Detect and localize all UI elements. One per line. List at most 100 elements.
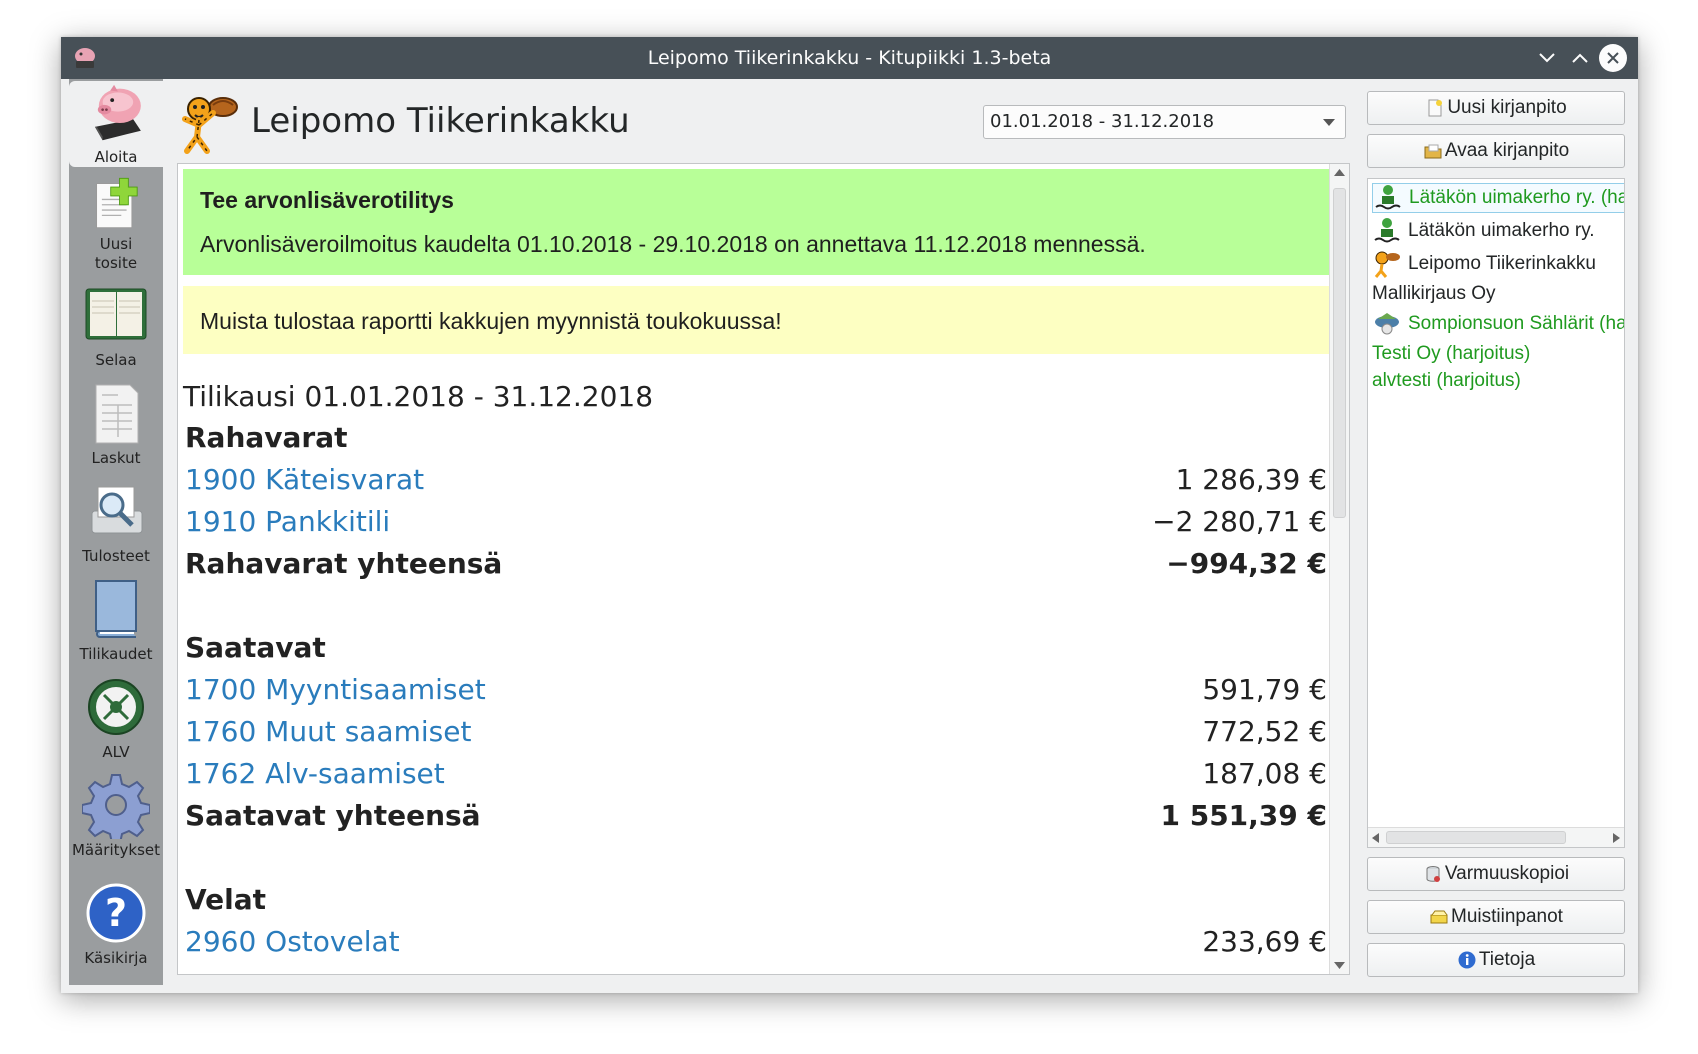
list-item-label: Testi Oy (harjoitus): [1372, 343, 1531, 364]
account-balance: −2 280,71 €: [1152, 504, 1327, 538]
button-label: Tietoja: [1478, 949, 1536, 970]
balance-report: Rahavarat 1900 Käteisvarat 1 286,39 € 191…: [185, 416, 1327, 962]
recent-bookkeepings-list[interactable]: Lätäkön uimakerho ry. (harjoitus) Lätäkö…: [1367, 178, 1625, 848]
account-link[interactable]: 1760 Muut saamiset: [185, 715, 471, 748]
row-name: Rahavarat: [185, 420, 348, 454]
account-link[interactable]: 1700 Myyntisaamiset: [185, 673, 486, 706]
list-item[interactable]: Lätäkön uimakerho ry. (harjoitus): [1372, 183, 1624, 213]
account-row[interactable]: 1762 Alv-saamiset 187,08 €: [185, 752, 1327, 794]
account-row[interactable]: 1900 Käteisvarat 1 286,39 €: [185, 458, 1327, 500]
backup-button[interactable]: Varmuuskopioi: [1367, 857, 1625, 891]
window-title: Leipomo Tiikerinkakku - Kitupiikki 1.3-b…: [647, 47, 1052, 69]
sidebar-item-uusi-tosite[interactable]: Uusi tosite: [69, 173, 163, 273]
list-item-label: Mallikirjaus Oy: [1372, 283, 1496, 304]
sidebar-item-tulosteet[interactable]: Tulosteet: [69, 477, 163, 569]
list-item[interactable]: alvtesti (harjoitus): [1372, 366, 1521, 396]
sidebar-item-label: Tulosteet: [82, 547, 150, 565]
scroll-right-icon[interactable]: [1613, 833, 1620, 843]
vertical-scrollbar[interactable]: [1329, 164, 1349, 974]
row-spacer: [185, 584, 1327, 626]
row-name: Rahavarat yhteensä: [185, 546, 503, 580]
fiscal-period-heading: Tilikausi 01.01.2018 - 31.12.2018: [183, 380, 654, 413]
page-title: Leipomo Tiikerinkakku: [251, 101, 630, 141]
new-bookkeeping-button[interactable]: Uusi kirjanpito: [1367, 91, 1625, 125]
scrollbar-thumb[interactable]: [1333, 188, 1346, 518]
sidebar-item-label: Määritykset: [71, 841, 161, 859]
account-balance: 233,69 €: [1202, 924, 1327, 958]
account-balance: 591,79 €: [1202, 672, 1327, 706]
section-total-row: Rahavarat yhteensä −994,32 €: [185, 542, 1327, 584]
notepad-icon: [1430, 910, 1448, 924]
row-name: Saatavat: [185, 630, 326, 664]
account-row[interactable]: 1910 Pankkitili −2 280,71 €: [185, 500, 1327, 542]
notes-button[interactable]: Muistiinpanot: [1367, 900, 1625, 934]
tax-emblem-icon: [88, 679, 144, 735]
account-row[interactable]: 1700 Myyntisaamiset 591,79 €: [185, 668, 1327, 710]
swimmer-icon: [1375, 185, 1401, 210]
row-spacer: [185, 836, 1327, 878]
bird-icon: [1375, 313, 1399, 335]
sidebar-item-aloita[interactable]: Aloita: [69, 81, 163, 167]
open-bookkeeping-button[interactable]: Avaa kirjanpito: [1367, 134, 1625, 168]
tiger-logo-icon: [182, 97, 238, 154]
report-section-heading: Saatavat: [185, 626, 1327, 668]
vat-notice-text: Arvonlisäveroilmoitus kaudelta 01.10.201…: [200, 231, 1146, 257]
tiger-logo-icon: [1374, 251, 1400, 278]
period-select[interactable]: 01.01.2018 - 31.12.2018: [983, 105, 1346, 139]
sidebar-item-selaa[interactable]: Selaa: [69, 281, 163, 373]
dashboard-view[interactable]: Tee arvonlisäverotilitys Arvonlisäveroil…: [177, 163, 1350, 975]
app-window: Leipomo Tiikerinkakku - Kitupiikki 1.3-b…: [61, 37, 1638, 993]
close-button[interactable]: [1599, 44, 1627, 72]
account-balance: 1 286,39 €: [1175, 462, 1327, 496]
ledger-book-icon: [85, 288, 147, 340]
reminder-notice: Muista tulostaa raportti kakkujen myynni…: [183, 286, 1329, 354]
account-link[interactable]: 1900 Käteisvarat: [185, 463, 424, 496]
scroll-left-icon[interactable]: [1372, 833, 1379, 843]
svg-text:?: ?: [105, 891, 127, 935]
title-bar[interactable]: Leipomo Tiikerinkakku - Kitupiikki 1.3-b…: [61, 37, 1638, 79]
scroll-up-icon[interactable]: [1334, 169, 1345, 176]
list-item[interactable]: Lätäkön uimakerho ry.: [1372, 216, 1595, 246]
row-value: 1 551,39 €: [1160, 798, 1327, 832]
account-link[interactable]: 1910 Pankkitili: [185, 505, 390, 538]
maximize-button[interactable]: [1566, 44, 1594, 72]
sidebar-item-label: Käsikirja: [84, 949, 148, 967]
report-section-heading: Rahavarat: [185, 416, 1327, 458]
account-row[interactable]: 2960 Ostovelat 233,69 €: [185, 920, 1327, 962]
list-item-label: Leipomo Tiikerinkakku: [1408, 253, 1596, 274]
scroll-down-icon[interactable]: [1334, 962, 1345, 969]
sidebar-item-laskut[interactable]: Laskut: [69, 379, 163, 471]
button-label: Uusi kirjanpito: [1447, 97, 1567, 118]
gear-icon: [82, 774, 150, 839]
list-item[interactable]: Testi Oy (harjoitus): [1372, 339, 1530, 369]
list-item-label: Lätäkön uimakerho ry.: [1408, 220, 1595, 241]
sidebar-item-kasikirja[interactable]: ? Käsikirja: [69, 879, 163, 971]
sidebar-item-alv[interactable]: ALV: [69, 673, 163, 765]
info-button[interactable]: Tietoja: [1367, 943, 1625, 977]
sidebar-item-maaritykset[interactable]: Määritykset: [69, 771, 163, 863]
sidebar-item-label: Aloita: [94, 148, 138, 166]
piggy-bank-icon: [94, 84, 141, 141]
list-item-label: Sompionsuon Sählärit (harjoitus): [1408, 313, 1624, 334]
swimmer-icon: [1374, 218, 1400, 243]
sidebar-item-tilikaudet[interactable]: Tilikaudet: [69, 575, 163, 667]
list-item[interactable]: Mallikirjaus Oy: [1372, 279, 1496, 309]
list-item[interactable]: Sompionsuon Sählärit (harjoitus): [1372, 309, 1624, 339]
chevron-up-icon: [1572, 53, 1588, 63]
account-row[interactable]: 1760 Muut saamiset 772,52 €: [185, 710, 1327, 752]
account-link[interactable]: 1762 Alv-saamiset: [185, 757, 445, 790]
account-balance: 772,52 €: [1202, 714, 1327, 748]
report-section-heading: Velat: [185, 878, 1327, 920]
list-item[interactable]: Leipomo Tiikerinkakku: [1372, 249, 1596, 279]
list-item-label: Lätäkön uimakerho ry. (harjoitus): [1409, 187, 1624, 208]
button-label: Avaa kirjanpito: [1444, 140, 1570, 161]
folder-open-icon: [1424, 144, 1442, 159]
chevron-down-icon: [1539, 53, 1555, 63]
account-link[interactable]: 2960 Ostovelat: [185, 925, 400, 958]
sidebar-item-label: Laskut: [91, 449, 141, 467]
close-icon: [1607, 52, 1619, 64]
minimize-button[interactable]: [1533, 44, 1561, 72]
chevron-down-icon: [1323, 119, 1335, 126]
scrollbar-thumb[interactable]: [1386, 831, 1566, 844]
horizontal-scrollbar[interactable]: [1368, 827, 1624, 847]
